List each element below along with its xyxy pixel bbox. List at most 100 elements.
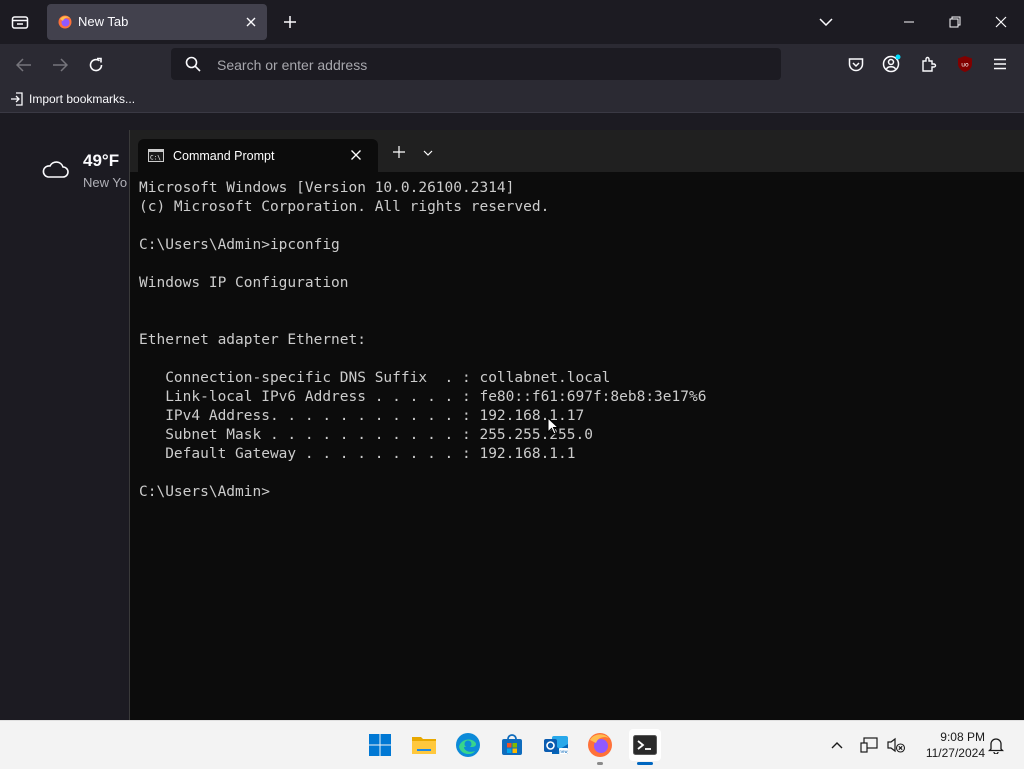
import-icon — [11, 92, 23, 106]
system-clock[interactable]: 9:08 PM 11/27/2024 — [915, 729, 985, 761]
network-status-button[interactable] — [860, 736, 878, 754]
window-restore-button[interactable] — [944, 8, 966, 36]
close-terminal-tab-button[interactable] — [350, 149, 364, 163]
plus-icon — [393, 146, 405, 158]
speaker-muted-icon — [887, 737, 906, 753]
outlook-logo-icon: new — [544, 736, 568, 754]
search-icon — [185, 56, 201, 72]
close-icon — [351, 150, 361, 160]
navigation-toolbar: Search or enter address uo — [0, 44, 1024, 86]
show-hidden-icons-button[interactable] — [828, 737, 846, 753]
firefox-view-button[interactable] — [6, 8, 34, 36]
reload-icon — [89, 57, 103, 72]
chevron-up-icon — [831, 742, 843, 749]
network-icon — [860, 737, 878, 753]
close-tab-button[interactable] — [243, 14, 259, 30]
terminal-new-tab-button[interactable] — [392, 145, 406, 159]
bell-icon — [988, 738, 1004, 754]
puzzle-piece-icon — [922, 56, 937, 72]
cloud-icon — [40, 158, 70, 180]
firefox-view-icon — [11, 16, 29, 29]
svg-text:C:\: C:\ — [150, 155, 161, 162]
notifications-button[interactable] — [987, 736, 1005, 754]
address-placeholder: Search or enter address — [217, 57, 368, 73]
terminal-line: C:\Users\Admin> — [139, 484, 270, 500]
account-button[interactable] — [881, 53, 903, 75]
chevron-down-icon — [819, 18, 833, 26]
store-bag-icon — [502, 734, 522, 755]
arrow-left-icon — [16, 58, 31, 72]
arrow-right-icon — [53, 58, 68, 72]
folder-icon — [412, 737, 436, 754]
ublock-shield-icon: uo — [958, 56, 972, 72]
terminal-line: Subnet Mask . . . . . . . . . . . : 255.… — [139, 427, 593, 443]
taskbar-outlook[interactable]: new — [540, 729, 572, 761]
taskbar-terminal[interactable] — [629, 729, 661, 761]
list-all-tabs-button[interactable] — [814, 10, 838, 34]
restore-icon — [949, 16, 961, 28]
forward-button[interactable] — [48, 52, 72, 78]
mouse-pointer-icon — [547, 417, 559, 435]
browser-tab-strip: New Tab — [0, 0, 1024, 44]
firefox-logo-icon — [588, 733, 612, 757]
plus-icon — [284, 16, 296, 28]
firefox-logo-icon — [58, 15, 72, 29]
firefox-running-indicator — [597, 762, 603, 765]
browser-tab-new-tab[interactable]: New Tab — [47, 4, 267, 40]
terminal-titlebar[interactable]: C:\ Command Prompt — [130, 130, 1024, 172]
terminal-line: Microsoft Windows [Version 10.0.26100.23… — [139, 180, 515, 196]
edge-logo-icon — [456, 733, 480, 757]
taskbar-firefox[interactable] — [584, 729, 616, 761]
window-minimize-button[interactable] — [898, 8, 920, 36]
weather-temperature: 49°F — [83, 151, 120, 170]
address-bar[interactable]: Search or enter address — [171, 48, 781, 80]
close-icon — [246, 17, 256, 27]
account-icon — [882, 54, 901, 73]
chevron-down-icon — [423, 150, 433, 156]
import-bookmarks-button[interactable]: Import bookmarks... — [10, 90, 135, 108]
pocket-icon — [848, 57, 864, 71]
close-icon — [995, 16, 1007, 28]
terminal-window[interactable]: C:\ Command Prompt Microsoft Windows [Ve… — [129, 130, 1024, 720]
back-button[interactable] — [12, 52, 36, 78]
tab-title: New Tab — [78, 14, 129, 29]
weather-widget[interactable]: 49°F New Yo — [40, 150, 130, 200]
terminal-profile-dropdown-button[interactable] — [422, 148, 434, 158]
terminal-line: Link-local IPv6 Address . . . . . : fe80… — [139, 389, 707, 405]
terminal-tab-command-prompt[interactable]: C:\ Command Prompt — [138, 139, 378, 172]
import-bookmarks-label: Import bookmarks... — [29, 92, 136, 106]
taskbar: new 9:08 PM 11/27/2024 — [0, 720, 1024, 769]
terminal-icon — [633, 735, 657, 755]
terminal-line: C:\Users\Admin>ipconfig — [139, 237, 340, 253]
clock-date: 11/27/2024 — [925, 746, 985, 760]
hamburger-menu-icon — [994, 58, 1006, 70]
reload-button[interactable] — [84, 52, 108, 78]
taskbar-edge[interactable] — [452, 729, 484, 761]
terminal-line: Connection-specific DNS Suffix . : colla… — [139, 370, 611, 386]
terminal-active-indicator — [637, 762, 653, 765]
weather-location: New Yo — [83, 175, 128, 190]
svg-text:new: new — [559, 749, 568, 754]
terminal-line: Windows IP Configuration — [139, 275, 349, 291]
start-button[interactable] — [364, 729, 396, 761]
app-menu-button[interactable] — [989, 53, 1011, 75]
terminal-line: Ethernet adapter Ethernet: — [139, 332, 366, 348]
extensions-button[interactable] — [918, 53, 940, 75]
taskbar-microsoft-store[interactable] — [496, 729, 528, 761]
ublock-origin-button[interactable]: uo — [954, 53, 976, 75]
terminal-output[interactable]: Microsoft Windows [Version 10.0.26100.23… — [139, 179, 706, 502]
save-to-pocket-button[interactable] — [845, 53, 867, 75]
ublock-badge-text: uo — [961, 62, 969, 69]
bookmarks-toolbar: Import bookmarks... — [0, 86, 1024, 113]
taskbar-file-explorer[interactable] — [408, 729, 440, 761]
terminal-line: IPv4 Address. . . . . . . . . . . : 192.… — [139, 408, 585, 424]
window-close-button[interactable] — [990, 8, 1012, 36]
volume-button[interactable] — [886, 736, 906, 754]
terminal-line: (c) Microsoft Corporation. All rights re… — [139, 199, 550, 215]
new-tab-button[interactable] — [280, 8, 300, 36]
clock-time: 9:08 PM — [940, 730, 985, 744]
minimize-icon — [904, 21, 914, 23]
